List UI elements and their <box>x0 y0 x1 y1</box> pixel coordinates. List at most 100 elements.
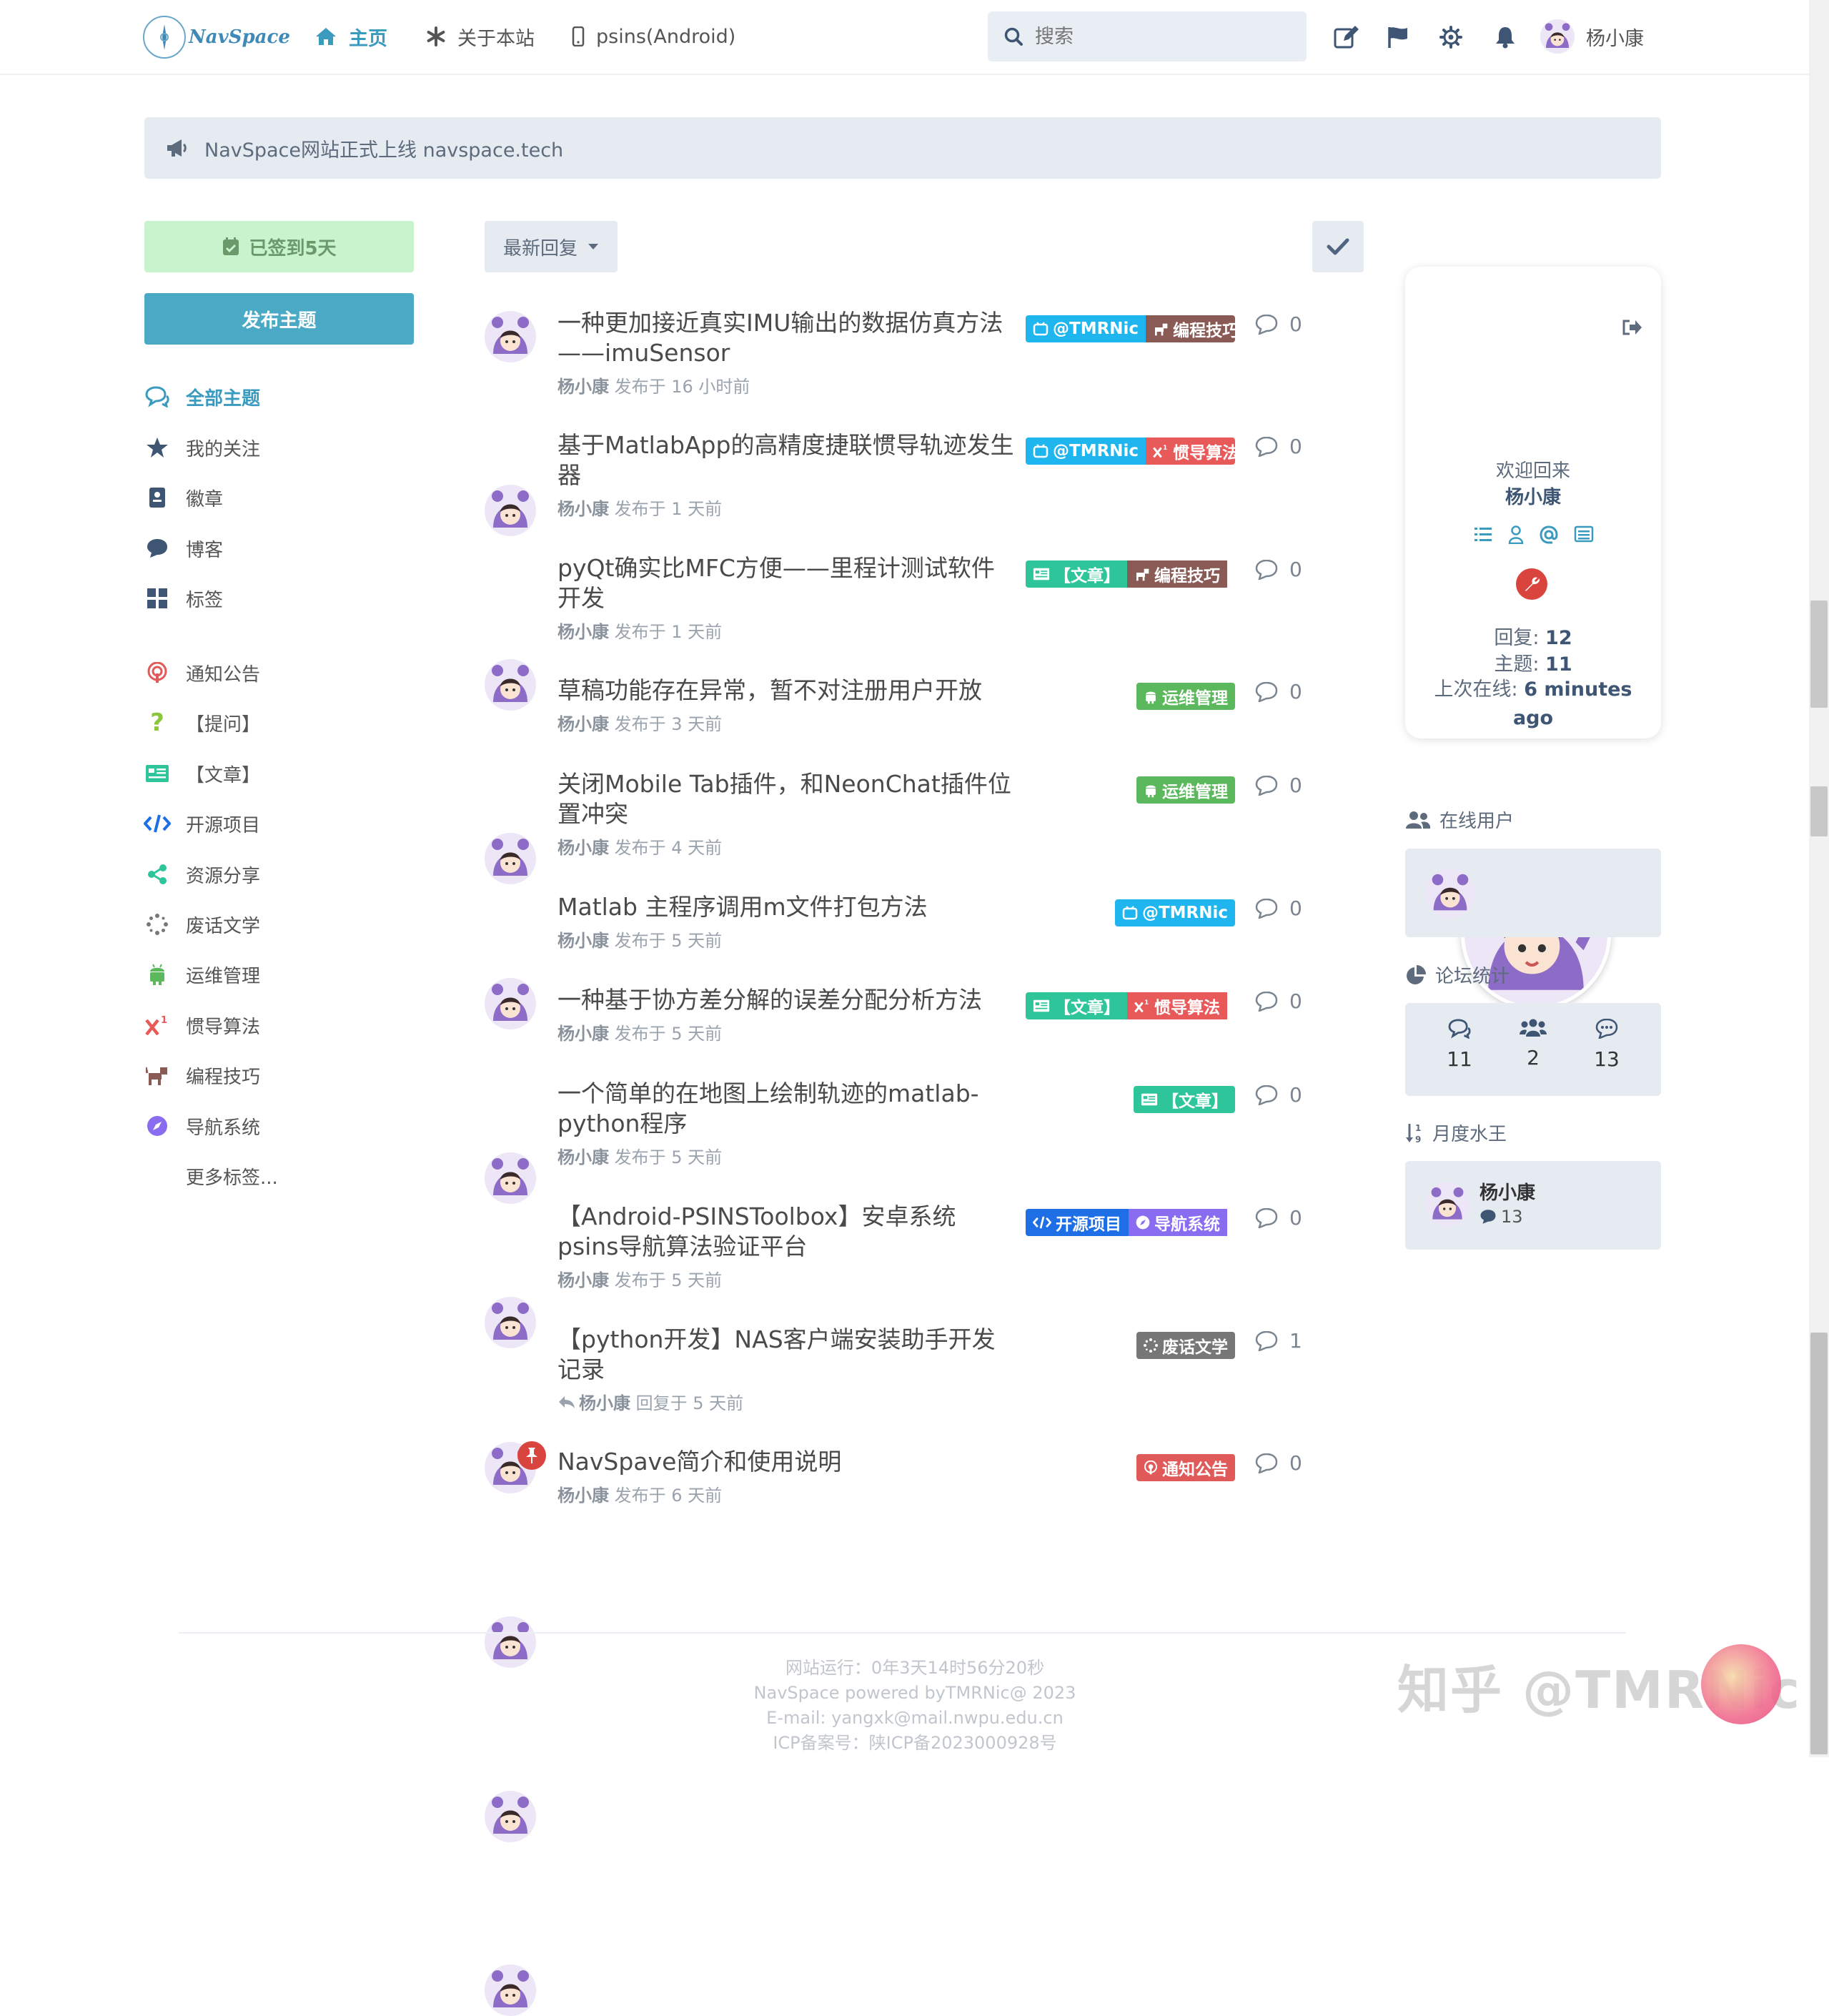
tag-badge[interactable]: @TMRNic <box>1026 438 1146 465</box>
search-box[interactable] <box>988 11 1307 61</box>
sidebar-tag-ins-algorithm[interactable]: 1 惯导算法 <box>143 1009 260 1042</box>
sidebar-tag-opensource[interactable]: 开源项目 <box>143 807 260 840</box>
tag-badge[interactable]: 编程技巧 <box>1146 315 1235 342</box>
footer-icp[interactable]: ICP备案号：陕ICP备2023000928号 <box>643 1731 1186 1756</box>
discussion-title[interactable]: Matlab 主程序调用m文件打包方法 <box>557 892 1015 922</box>
tag-badge[interactable]: 运维管理 <box>1136 683 1235 710</box>
author-avatar[interactable] <box>485 1616 536 1668</box>
start-discussion-button[interactable]: 发布主题 <box>144 293 414 345</box>
floating-assistant-button[interactable] <box>1701 1644 1781 1724</box>
newspaper-icon[interactable] <box>1574 525 1594 544</box>
monthly-top-name[interactable]: 杨小康 <box>1479 1178 1535 1205</box>
reply-count[interactable]: 0 <box>1255 312 1302 336</box>
author-name[interactable]: 杨小康 <box>579 1389 630 1414</box>
sidebar-item-badges[interactable]: 徽章 <box>143 481 223 514</box>
author-avatar[interactable] <box>485 1791 536 1842</box>
reply-count[interactable]: 0 <box>1255 558 1302 581</box>
author-name[interactable]: 杨小康 <box>557 710 609 735</box>
author-name[interactable]: 杨小康 <box>557 834 609 859</box>
list-icon[interactable] <box>1474 525 1492 544</box>
discussion-title[interactable]: 一个简单的在地图上绘制轨迹的matlab-python程序 <box>557 1079 1015 1139</box>
compose-button[interactable] <box>1331 21 1362 53</box>
nav-home[interactable]: 主页 <box>314 20 387 53</box>
author-name[interactable]: 杨小康 <box>557 618 609 643</box>
reply-count[interactable]: 0 <box>1255 1451 1302 1475</box>
author-name[interactable]: 杨小康 <box>557 1266 609 1291</box>
reply-count[interactable]: 0 <box>1255 1206 1302 1230</box>
sidebar-tag-question[interactable]: ? 【提问】 <box>143 706 260 739</box>
author-avatar[interactable] <box>485 1297 536 1348</box>
sidebar-tag-navigation[interactable]: 导航系统 <box>143 1110 260 1142</box>
tag-badge[interactable]: 通知公告 <box>1136 1454 1235 1481</box>
tag-badge[interactable]: @TMRNic <box>1114 899 1235 927</box>
author-avatar[interactable] <box>485 485 536 536</box>
nav-about[interactable]: 关于本站 <box>426 20 535 53</box>
site-logo[interactable]: NavSpace <box>143 16 290 59</box>
logout-button[interactable] <box>1621 318 1642 337</box>
tag-badge[interactable]: 废话文学 <box>1136 1332 1235 1359</box>
tag-badge[interactable]: 【文章】 <box>1134 1086 1235 1113</box>
discussion-title[interactable]: 关闭Mobile Tab插件，和NeonChat插件位置冲突 <box>557 769 1015 829</box>
discussion-title[interactable]: 一种基于协方差分解的误差分配分析方法 <box>557 985 1015 1015</box>
tag-badge[interactable]: 运维管理 <box>1136 776 1235 804</box>
discussion-title[interactable]: 【Android-PSINSToolbox】安卓系统psins导航算法验证平台 <box>557 1202 1015 1262</box>
sidebar-item-all-discussions[interactable]: 全部主题 <box>143 380 260 413</box>
discussion-title[interactable]: pyQt确实比MFC方便——里程计测试软件开发 <box>557 553 1015 613</box>
author-name[interactable]: 杨小康 <box>557 372 609 397</box>
author-avatar[interactable] <box>485 833 536 884</box>
reply-count[interactable]: 0 <box>1255 989 1302 1013</box>
author-avatar[interactable] <box>485 1152 536 1204</box>
reply-count[interactable]: 0 <box>1255 435 1302 458</box>
sidebar-tag-announcements[interactable]: 通知公告 <box>143 656 260 689</box>
discussion-title[interactable]: 基于MatlabApp的高精度捷联惯导轨迹发生器 <box>557 430 1015 490</box>
discussion-title[interactable]: 一种更加接近真实IMU输出的数据仿真方法——imuSensor <box>557 308 1015 368</box>
author-avatar[interactable] <box>485 311 536 362</box>
tag-badge[interactable]: 【文章】 <box>1026 560 1127 588</box>
sidebar-tag-nonsense[interactable]: 废话文学 <box>143 908 260 941</box>
sidebar-item-tags[interactable]: 标签 <box>143 582 223 615</box>
discussion-title[interactable]: NavSpave简介和使用说明 <box>557 1447 1015 1477</box>
sidebar-tag-programming[interactable]: 编程技巧 <box>143 1059 260 1092</box>
user-icon[interactable] <box>1508 525 1524 544</box>
user-menu[interactable]: 杨小康 <box>1540 19 1644 54</box>
sidebar-more-tags[interactable]: 更多标签... <box>143 1160 278 1192</box>
checkin-button[interactable]: 已签到5天 <box>144 221 414 272</box>
author-name[interactable]: 杨小康 <box>557 1019 609 1044</box>
at-icon[interactable] <box>1540 525 1558 544</box>
settings-button[interactable] <box>1435 21 1467 53</box>
author-name[interactable]: 杨小康 <box>557 495 609 520</box>
search-input[interactable] <box>1034 24 1294 49</box>
monthly-top-avatar[interactable] <box>1425 1182 1469 1227</box>
sidebar-tag-share[interactable]: 资源分享 <box>143 858 260 891</box>
sort-dropdown[interactable]: 最新回复 <box>485 221 618 272</box>
mark-all-read-button[interactable] <box>1312 221 1364 272</box>
nav-psins[interactable]: psins(Android) <box>572 20 735 53</box>
reply-count[interactable]: 1 <box>1255 1329 1302 1353</box>
tag-badge[interactable]: 1 惯导算法 <box>1146 438 1235 465</box>
notifications-button[interactable] <box>1490 21 1521 53</box>
tag-badge[interactable]: 1 惯导算法 <box>1127 992 1227 1019</box>
tag-badge[interactable]: 开源项目 <box>1026 1209 1129 1236</box>
discussion-title[interactable]: 【python开发】NAS客户端安装助手开发记录 <box>557 1325 1015 1385</box>
reply-count[interactable]: 0 <box>1255 896 1302 920</box>
tag-badge[interactable]: 编程技巧 <box>1127 560 1227 588</box>
tag-badge[interactable]: @TMRNic <box>1026 315 1146 342</box>
reply-count[interactable]: 0 <box>1255 680 1302 703</box>
author-avatar[interactable] <box>485 659 536 711</box>
reply-count[interactable]: 0 <box>1255 774 1302 797</box>
author-name[interactable]: 杨小康 <box>557 1143 609 1168</box>
author-name[interactable]: 杨小康 <box>557 927 609 952</box>
tag-badge[interactable]: 导航系统 <box>1129 1209 1227 1236</box>
sidebar-tag-article[interactable]: 【文章】 <box>143 757 260 790</box>
scrollbar-thumb[interactable] <box>1810 1333 1828 1754</box>
reply-count[interactable]: 0 <box>1255 1083 1302 1107</box>
sidebar-tag-ops[interactable]: 运维管理 <box>143 958 260 991</box>
tag-badge[interactable]: 【文章】 <box>1026 992 1127 1019</box>
online-user-avatar[interactable] <box>1425 869 1475 919</box>
author-name[interactable]: 杨小康 <box>557 1481 609 1506</box>
flags-button[interactable] <box>1382 21 1414 53</box>
discussion-title[interactable]: 草稿功能存在异常，暂不对注册用户开放 <box>557 676 1015 706</box>
sidebar-item-following[interactable]: 我的关注 <box>143 431 260 464</box>
sidebar-item-blog[interactable]: 博客 <box>143 532 223 565</box>
author-avatar[interactable] <box>485 1965 536 2016</box>
